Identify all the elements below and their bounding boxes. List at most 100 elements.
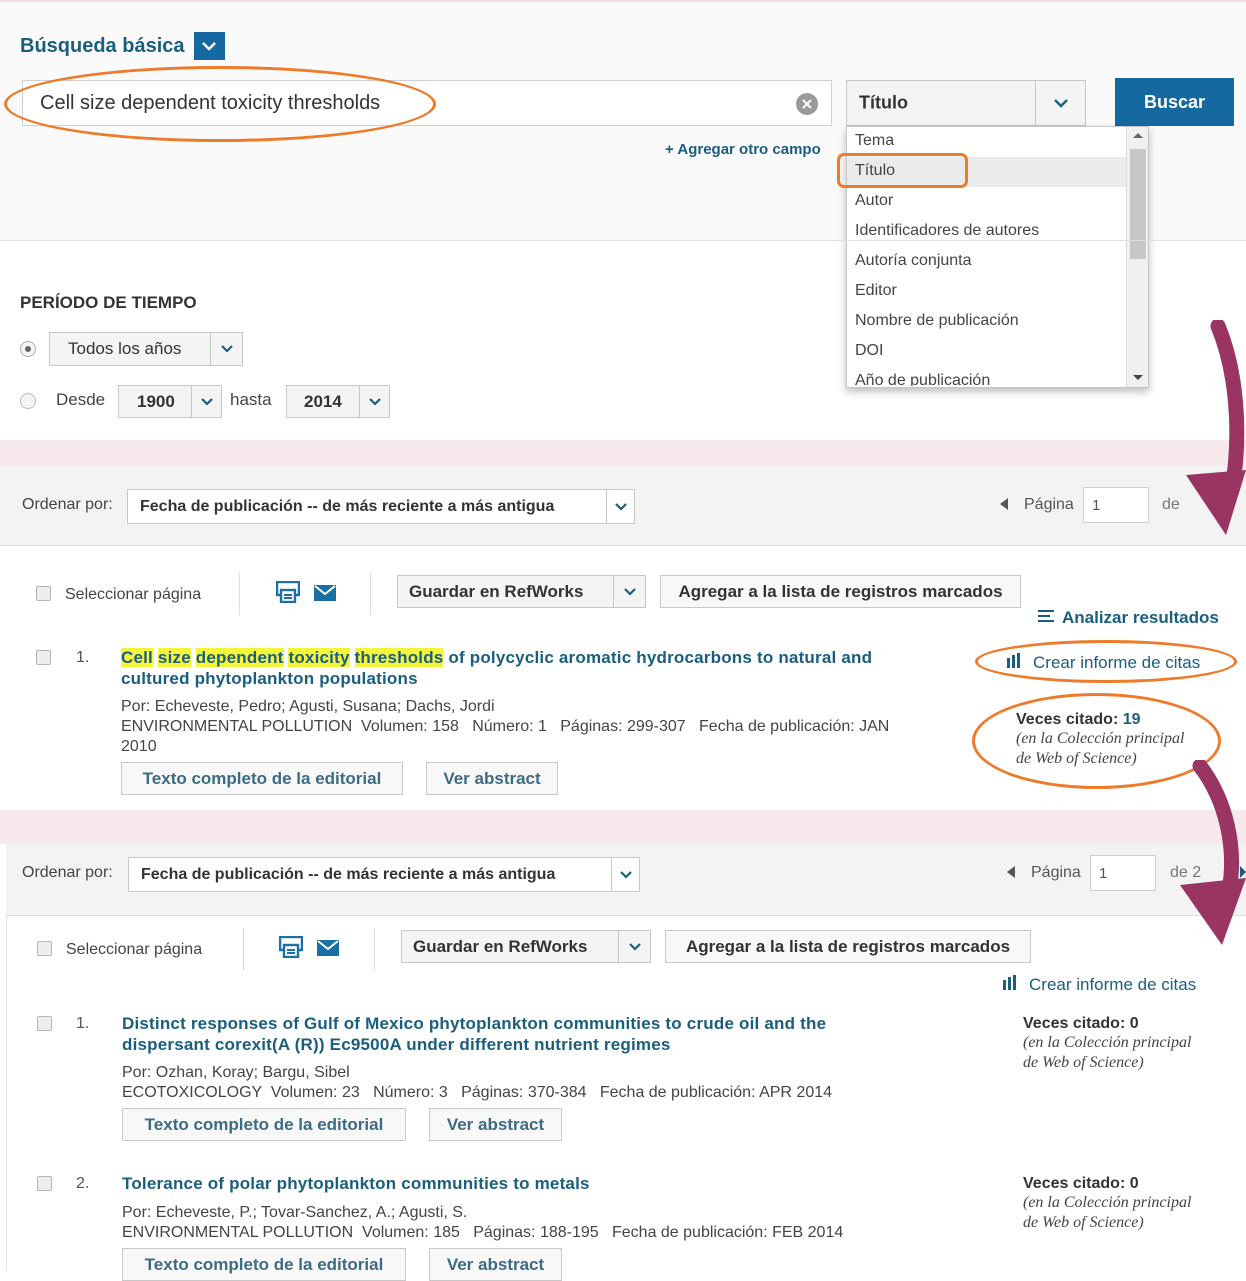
search-heading-label: Búsqueda básica xyxy=(20,34,185,57)
dropdown-option[interactable]: Tema xyxy=(855,132,894,150)
dropdown-option[interactable]: Año de publicación xyxy=(855,372,1115,386)
times-cited: Veces citado: 0 (en la Colección princip… xyxy=(1023,1175,1191,1233)
annotation-oval-citation-report xyxy=(975,640,1237,683)
chevron-down-icon[interactable] xyxy=(191,386,221,417)
dropdown-option[interactable]: Autoría conjunta xyxy=(855,252,972,270)
citation-report-link[interactable]: Crear informe de citas xyxy=(1003,975,1196,995)
radio-range[interactable] xyxy=(20,393,36,409)
abstract-button[interactable]: Ver abstract xyxy=(429,1108,562,1141)
scroll-down-icon[interactable] xyxy=(1133,375,1143,380)
email-icon[interactable] xyxy=(317,940,339,961)
page-input[interactable]: 1 xyxy=(1090,855,1156,891)
chevron-down-icon[interactable] xyxy=(611,858,639,891)
chevron-down-icon[interactable] xyxy=(359,386,389,417)
toolbar-divider xyxy=(239,573,240,615)
add-marked-button[interactable]: Agregar a la lista de registros marcados xyxy=(660,575,1021,608)
search-heading[interactable]: Búsqueda básica xyxy=(20,32,225,60)
highlight-term: dependent xyxy=(195,648,284,667)
select-page-label: Seleccionar página xyxy=(66,941,203,958)
abstract-button[interactable]: Ver abstract xyxy=(429,1248,562,1281)
page-input-value: 1 xyxy=(1092,497,1101,514)
add-marked-button[interactable]: Agregar a la lista de registros marcados xyxy=(665,930,1031,963)
record-title-line: Tolerance of polar phytoplankton communi… xyxy=(122,1174,590,1193)
dropdown-option[interactable]: DOI xyxy=(855,342,883,360)
record-source: ENVIRONMENTAL POLLUTION Volumen: 185 Pág… xyxy=(122,1224,844,1241)
sort-value: Fecha de publicación -- de más reciente … xyxy=(141,865,556,883)
chevron-down-icon[interactable] xyxy=(618,931,650,962)
times-cited-note: de Web of Science) xyxy=(1023,1214,1144,1231)
record-title-line: dispersant corexit(A (R)) Ec9500A under … xyxy=(122,1035,671,1054)
record-title-link[interactable]: Tolerance of polar phytoplankton communi… xyxy=(122,1173,982,1194)
times-cited-note: (en la Colección principal xyxy=(1023,1034,1192,1051)
select-page-checkbox[interactable] xyxy=(37,941,52,956)
to-year-value: 2014 xyxy=(304,391,342,411)
add-field-link[interactable]: + Agregar otro campo xyxy=(665,141,821,158)
page-label: Página xyxy=(1031,864,1081,881)
record-source-year: 2010 xyxy=(121,738,157,755)
sort-label: Ordenar por: xyxy=(22,496,113,513)
record-checkbox[interactable] xyxy=(36,650,51,665)
search-button[interactable]: Buscar xyxy=(1115,78,1234,126)
record-authors: Por: Echeveste, P.; Tovar-Sanchez, A.; A… xyxy=(122,1204,468,1221)
chevron-down-icon[interactable] xyxy=(613,576,645,607)
record-authors: Por: Ozhan, Koray; Bargu, Sibel xyxy=(122,1064,350,1081)
dropdown-option[interactable]: Autor xyxy=(855,192,893,210)
select-page-checkbox[interactable] xyxy=(36,586,51,601)
page-input-value: 1 xyxy=(1099,865,1108,882)
record-checkbox[interactable] xyxy=(37,1016,52,1031)
print-icon[interactable] xyxy=(275,580,301,608)
record-number: 1. xyxy=(76,1015,90,1032)
email-icon[interactable] xyxy=(314,585,336,606)
fulltext-button[interactable]: Texto completo de la editorial xyxy=(122,1108,406,1141)
record-source: ENVIRONMENTAL POLLUTION Volumen: 158 Núm… xyxy=(121,718,890,735)
abstract-button[interactable]: Ver abstract xyxy=(426,762,558,795)
from-label: Desde xyxy=(56,390,106,409)
field-select[interactable]: Título xyxy=(846,80,1086,126)
save-to-select[interactable]: Guardar en RefWorks xyxy=(397,575,646,608)
dropdown-option[interactable]: Nombre de publicación xyxy=(855,312,1019,330)
print-icon[interactable] xyxy=(278,935,304,963)
dropdown-scrollbar[interactable] xyxy=(1126,127,1148,387)
scrollbar-thumb[interactable] xyxy=(1130,149,1146,259)
record-title-link[interactable]: Cell size dependent toxicity thresholds … xyxy=(121,647,961,689)
timespan-divider xyxy=(0,240,1246,241)
citation-report-label: Crear informe de citas xyxy=(1029,975,1197,994)
clear-icon[interactable] xyxy=(796,93,818,115)
dropdown-option[interactable]: Identificadores de autores xyxy=(855,222,1039,240)
prev-page-icon[interactable] xyxy=(1007,866,1015,878)
all-years-select[interactable]: Todos los años xyxy=(49,332,243,366)
chevron-down-icon[interactable] xyxy=(1035,81,1085,125)
chevron-down-icon[interactable] xyxy=(606,490,634,523)
from-year-select[interactable]: 1900 xyxy=(118,385,222,418)
separator-band xyxy=(0,440,1246,466)
fulltext-button[interactable]: Texto completo de la editorial xyxy=(122,1248,406,1281)
fulltext-button[interactable]: Texto completo de la editorial xyxy=(121,762,403,795)
annotation-arrow-1 xyxy=(1186,320,1246,535)
record-title-link[interactable]: Distinct responses of Gulf of Mexico phy… xyxy=(122,1013,982,1055)
scroll-up-icon[interactable] xyxy=(1133,133,1143,138)
page-input[interactable]: 1 xyxy=(1083,487,1149,523)
radio-all-years[interactable] xyxy=(20,341,36,357)
dropdown-option[interactable]: Editor xyxy=(855,282,897,300)
annotation-rect-titulo xyxy=(837,153,968,188)
sort-select[interactable]: Fecha de publicación -- de más reciente … xyxy=(127,489,635,524)
highlight-term: toxicity xyxy=(288,648,350,667)
chevron-down-icon[interactable] xyxy=(210,333,242,365)
analyze-results-link[interactable]: Analizar resultados xyxy=(1038,608,1219,628)
record-checkbox[interactable] xyxy=(37,1176,52,1191)
times-cited-note: de Web of Science) xyxy=(1023,1054,1144,1071)
select-page-label: Seleccionar página xyxy=(65,586,202,603)
to-year-select[interactable]: 2014 xyxy=(286,385,390,418)
annotation-arrow-2 xyxy=(1180,760,1246,945)
save-to-select[interactable]: Guardar en RefWorks xyxy=(401,930,651,963)
times-cited-label: Veces citado: 0 xyxy=(1023,1015,1139,1032)
chevron-down-icon[interactable] xyxy=(193,32,225,60)
from-year-value: 1900 xyxy=(137,391,175,411)
bar-chart-icon xyxy=(1003,975,1019,995)
times-cited-note: (en la Colección principal xyxy=(1023,1194,1192,1211)
sort-select[interactable]: Fecha de publicación -- de más reciente … xyxy=(128,857,640,892)
prev-page-icon[interactable] xyxy=(1000,498,1008,510)
highlight-term: Cell xyxy=(121,648,153,667)
page-label: Página xyxy=(1024,496,1074,513)
record-number: 1. xyxy=(76,649,90,666)
